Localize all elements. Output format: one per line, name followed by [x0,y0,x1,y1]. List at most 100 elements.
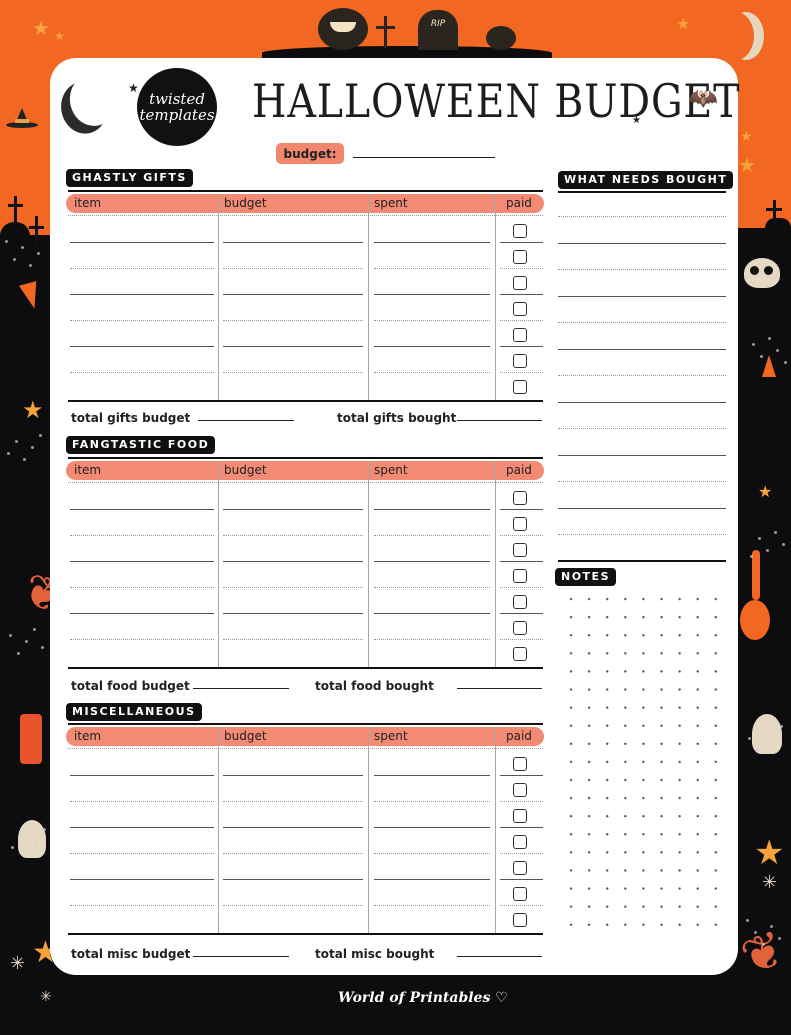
row-line[interactable] [223,853,363,854]
row-line[interactable] [70,639,214,640]
needs-line[interactable] [558,507,726,509]
row-line[interactable] [223,320,363,321]
row-line[interactable] [374,801,490,802]
sparkle-dot [764,731,767,734]
total-misc-bought-field[interactable] [457,956,542,957]
paid-checkbox[interactable] [513,569,527,583]
row-line[interactable] [223,775,363,776]
paid-checkbox[interactable] [513,302,527,316]
paid-checkbox[interactable] [513,835,527,849]
row-line[interactable] [223,535,363,536]
total-gifts-bought-field[interactable] [457,420,542,421]
paid-checkbox[interactable] [513,595,527,609]
paid-checkbox[interactable] [513,380,527,394]
paid-checkbox[interactable] [513,250,527,264]
row-line[interactable] [374,320,490,321]
needs-line[interactable] [558,375,726,376]
row-line[interactable] [223,294,363,295]
row-line[interactable] [223,879,363,880]
row-line[interactable] [223,639,363,640]
paid-checkbox[interactable] [513,887,527,901]
row-line[interactable] [374,827,490,828]
paid-checkbox[interactable] [513,757,527,771]
row-line[interactable] [374,294,490,295]
total-food-budget-field[interactable] [193,688,289,689]
row-line[interactable] [70,509,214,510]
row-line[interactable] [70,242,214,243]
needs-line[interactable] [558,454,726,456]
row-line[interactable] [374,561,490,562]
row-line[interactable] [374,775,490,776]
sparkle-dot [778,937,781,940]
needs-line[interactable] [558,216,726,217]
total-food-bought-field[interactable] [457,688,542,689]
paid-checkbox[interactable] [513,224,527,238]
row-line[interactable] [70,905,214,906]
row-line[interactable] [70,372,214,373]
paid-checkbox[interactable] [513,354,527,368]
row-line[interactable] [374,853,490,854]
paid-checkbox[interactable] [513,491,527,505]
paid-checkbox[interactable] [513,913,527,927]
paid-checkbox[interactable] [513,647,527,661]
needs-line[interactable] [558,481,726,482]
needs-line[interactable] [558,269,726,270]
row-line[interactable] [374,346,490,347]
row-line[interactable] [374,587,490,588]
paid-checkbox[interactable] [513,328,527,342]
paid-checkbox[interactable] [513,621,527,635]
row-line[interactable] [70,879,214,880]
needs-line[interactable] [558,295,726,297]
row-line[interactable] [374,639,490,640]
row-line[interactable] [70,294,214,295]
row-line[interactable] [374,535,490,536]
row-line[interactable] [70,801,214,802]
total-gifts-budget-field[interactable] [198,420,294,421]
row-line[interactable] [70,775,214,776]
paid-checkbox[interactable] [513,276,527,290]
row-line[interactable] [70,320,214,321]
row-line[interactable] [70,268,214,269]
row-line[interactable] [70,613,214,614]
row-line[interactable] [70,853,214,854]
needs-line[interactable] [558,428,726,429]
paid-checkbox[interactable] [513,861,527,875]
total-misc-budget-field[interactable] [193,956,289,957]
row-line[interactable] [223,372,363,373]
row-line[interactable] [70,827,214,828]
row-line[interactable] [374,372,490,373]
row-line[interactable] [223,613,363,614]
row-line[interactable] [223,827,363,828]
needs-line[interactable] [558,322,726,323]
row-line [500,801,543,802]
paid-checkbox[interactable] [513,809,527,823]
row-line[interactable] [70,535,214,536]
row-line[interactable] [374,613,490,614]
needs-line[interactable] [558,242,726,244]
row-line[interactable] [223,801,363,802]
needs-line[interactable] [558,534,726,535]
row-line[interactable] [374,268,490,269]
paid-checkbox[interactable] [513,543,527,557]
paid-checkbox[interactable] [513,783,527,797]
row-line[interactable] [70,561,214,562]
row-line[interactable] [223,268,363,269]
row-line[interactable] [223,561,363,562]
notes-dot-grid[interactable] [562,590,730,935]
needs-line[interactable] [558,348,726,350]
row-line[interactable] [70,587,214,588]
row-line[interactable] [374,879,490,880]
row-line[interactable] [223,346,363,347]
row-line[interactable] [374,509,490,510]
sparkle-dot [770,925,773,928]
row-line[interactable] [223,242,363,243]
row-line[interactable] [374,242,490,243]
row-line[interactable] [70,346,214,347]
row-line[interactable] [223,509,363,510]
overall-budget-field[interactable] [353,157,495,158]
paid-checkbox[interactable] [513,517,527,531]
row-line[interactable] [223,587,363,588]
row-line[interactable] [223,905,363,906]
row-line[interactable] [374,905,490,906]
needs-line[interactable] [558,401,726,403]
